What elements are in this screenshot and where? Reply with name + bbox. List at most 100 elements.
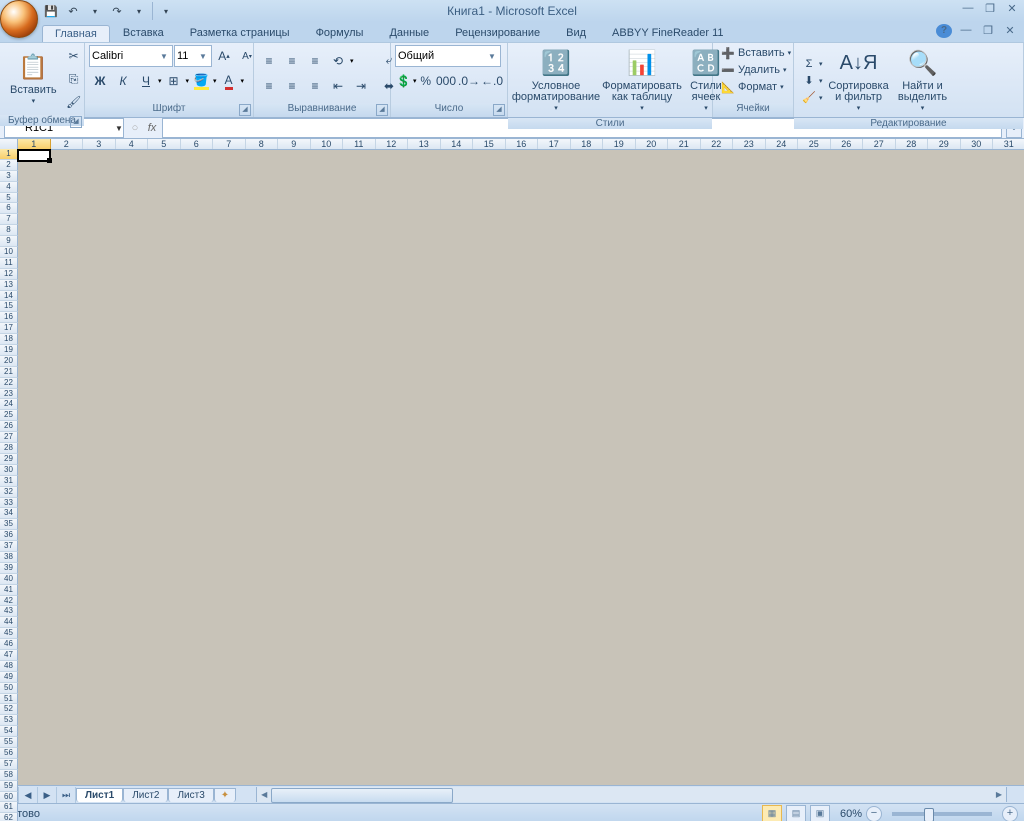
zoom-in-button[interactable]: + [1002,806,1018,821]
row-header[interactable]: 29 [0,454,18,465]
row-header[interactable]: 28 [0,443,18,454]
row-header[interactable]: 45 [0,628,18,639]
sort-filter-button[interactable]: A↓ЯСортировка и фильтр▾ [827,45,891,116]
font-name-combo[interactable]: Calibri▼ [89,45,173,67]
row-header[interactable]: 6 [0,203,18,214]
tab-next-icon[interactable]: ▶ [38,787,57,803]
underline-button[interactable]: Ч [135,70,157,92]
row-header[interactable]: 21 [0,367,18,378]
close-button[interactable]: ✕ [1004,2,1020,16]
number-dialog-icon[interactable]: ◢ [493,104,505,116]
row-header[interactable]: 40 [0,574,18,585]
tab-insert[interactable]: Вставка [110,24,177,42]
clipboard-dialog-icon[interactable]: ◢ [70,116,82,128]
row-header[interactable]: 22 [0,378,18,389]
format-cells-button[interactable]: 📐Формат▾ [717,79,788,95]
row-header[interactable]: 37 [0,541,18,552]
row-header[interactable]: 59 [0,781,18,792]
row-header[interactable]: 8 [0,225,18,236]
format-painter-icon[interactable]: 🖌 [63,91,85,113]
row-header[interactable]: 54 [0,726,18,737]
row-header[interactable]: 16 [0,312,18,323]
row-header[interactable]: 44 [0,617,18,628]
column-header[interactable]: 16 [506,139,539,149]
font-color-icon[interactable]: A [218,70,240,92]
help-icon[interactable]: ? [936,24,952,38]
conditional-formatting-button[interactable]: 🔢Условное форматирование▾ [512,45,600,116]
row-header[interactable]: 13 [0,280,18,291]
row-header[interactable]: 14 [0,291,18,302]
tab-abbyy[interactable]: ABBYY FineReader 11 [599,24,737,42]
row-header[interactable]: 52 [0,704,18,715]
decrease-decimal-icon[interactable]: ←.0 [481,70,503,92]
sheet-tab-2[interactable]: Лист2 [123,788,168,802]
row-header[interactable]: 18 [0,334,18,345]
row-header[interactable]: 36 [0,530,18,541]
active-cell[interactable] [17,149,51,162]
save-icon[interactable]: 💾 [42,2,60,20]
name-box-dropdown-icon[interactable]: ▼ [115,124,123,133]
delete-cells-button[interactable]: ➖Удалить▾ [717,62,791,78]
row-header[interactable]: 30 [0,465,18,476]
row-header[interactable]: 38 [0,552,18,563]
fill-color-icon[interactable]: 🪣 [190,70,212,92]
currency-dropdown-icon[interactable]: ▾ [413,77,417,85]
page-break-view-icon[interactable]: ▣ [810,805,830,821]
column-header[interactable]: 31 [993,139,1024,149]
tab-page-layout[interactable]: Разметка страницы [177,24,303,42]
column-header[interactable]: 7 [213,139,246,149]
font-dialog-icon[interactable]: ◢ [239,104,251,116]
tab-review[interactable]: Рецензирование [442,24,553,42]
column-header[interactable]: 3 [83,139,116,149]
row-header[interactable]: 35 [0,519,18,530]
tab-formulas[interactable]: Формулы [303,24,377,42]
zoom-level[interactable]: 60% [840,808,862,820]
row-header[interactable]: 60 [0,792,18,803]
page-layout-view-icon[interactable]: ▤ [786,805,806,821]
doc-close-button[interactable]: ✕ [1002,24,1018,38]
align-right-icon[interactable]: ≡ [304,75,326,97]
borders-icon[interactable]: ⊞ [163,70,185,92]
minimize-button[interactable]: — [960,2,976,16]
format-as-table-button[interactable]: 📊Форматировать как таблицу▾ [600,45,684,116]
column-header[interactable]: 20 [636,139,669,149]
row-header[interactable]: 25 [0,410,18,421]
row-header[interactable]: 57 [0,759,18,770]
currency-icon[interactable]: 💲 [395,70,412,92]
row-header[interactable]: 41 [0,585,18,596]
increase-decimal-icon[interactable]: .0→ [458,70,480,92]
column-header[interactable]: 24 [766,139,799,149]
column-header[interactable]: 4 [116,139,149,149]
column-header[interactable]: 25 [798,139,831,149]
row-header[interactable]: 49 [0,672,18,683]
grow-font-icon[interactable]: A▴ [213,45,235,67]
row-header[interactable]: 20 [0,356,18,367]
sheet-tab-1[interactable]: Лист1 [76,788,123,802]
column-header[interactable]: 12 [376,139,409,149]
align-dialog-icon[interactable]: ◢ [376,104,388,116]
clear-button[interactable]: 🧹▾ [798,90,827,106]
row-header[interactable]: 10 [0,247,18,258]
column-header[interactable]: 28 [896,139,929,149]
row-header[interactable]: 55 [0,737,18,748]
hscroll-thumb[interactable] [271,788,453,803]
doc-restore-button[interactable]: ❐ [980,24,996,38]
row-header[interactable]: 48 [0,661,18,672]
find-select-button[interactable]: 🔍Найти и выделить▾ [891,45,955,116]
row-header[interactable]: 42 [0,596,18,607]
cancel-formula-icon[interactable]: ○ [128,122,142,134]
increase-indent-icon[interactable]: ⇥ [350,75,372,97]
column-header[interactable]: 1 [18,139,51,149]
column-header[interactable]: 23 [733,139,766,149]
cells-grid[interactable] [17,149,1024,785]
italic-button[interactable]: К [112,70,134,92]
new-sheet-button[interactable]: ✦ [214,788,236,802]
font-size-combo[interactable]: 11▼ [174,45,212,67]
decrease-indent-icon[interactable]: ⇤ [327,75,349,97]
percent-icon[interactable]: % [417,70,434,92]
bold-button[interactable]: Ж [89,70,111,92]
column-header[interactable]: 19 [603,139,636,149]
maximize-button[interactable]: ❐ [982,2,998,16]
undo-icon[interactable]: ↶ [64,2,82,20]
column-header[interactable]: 5 [148,139,181,149]
